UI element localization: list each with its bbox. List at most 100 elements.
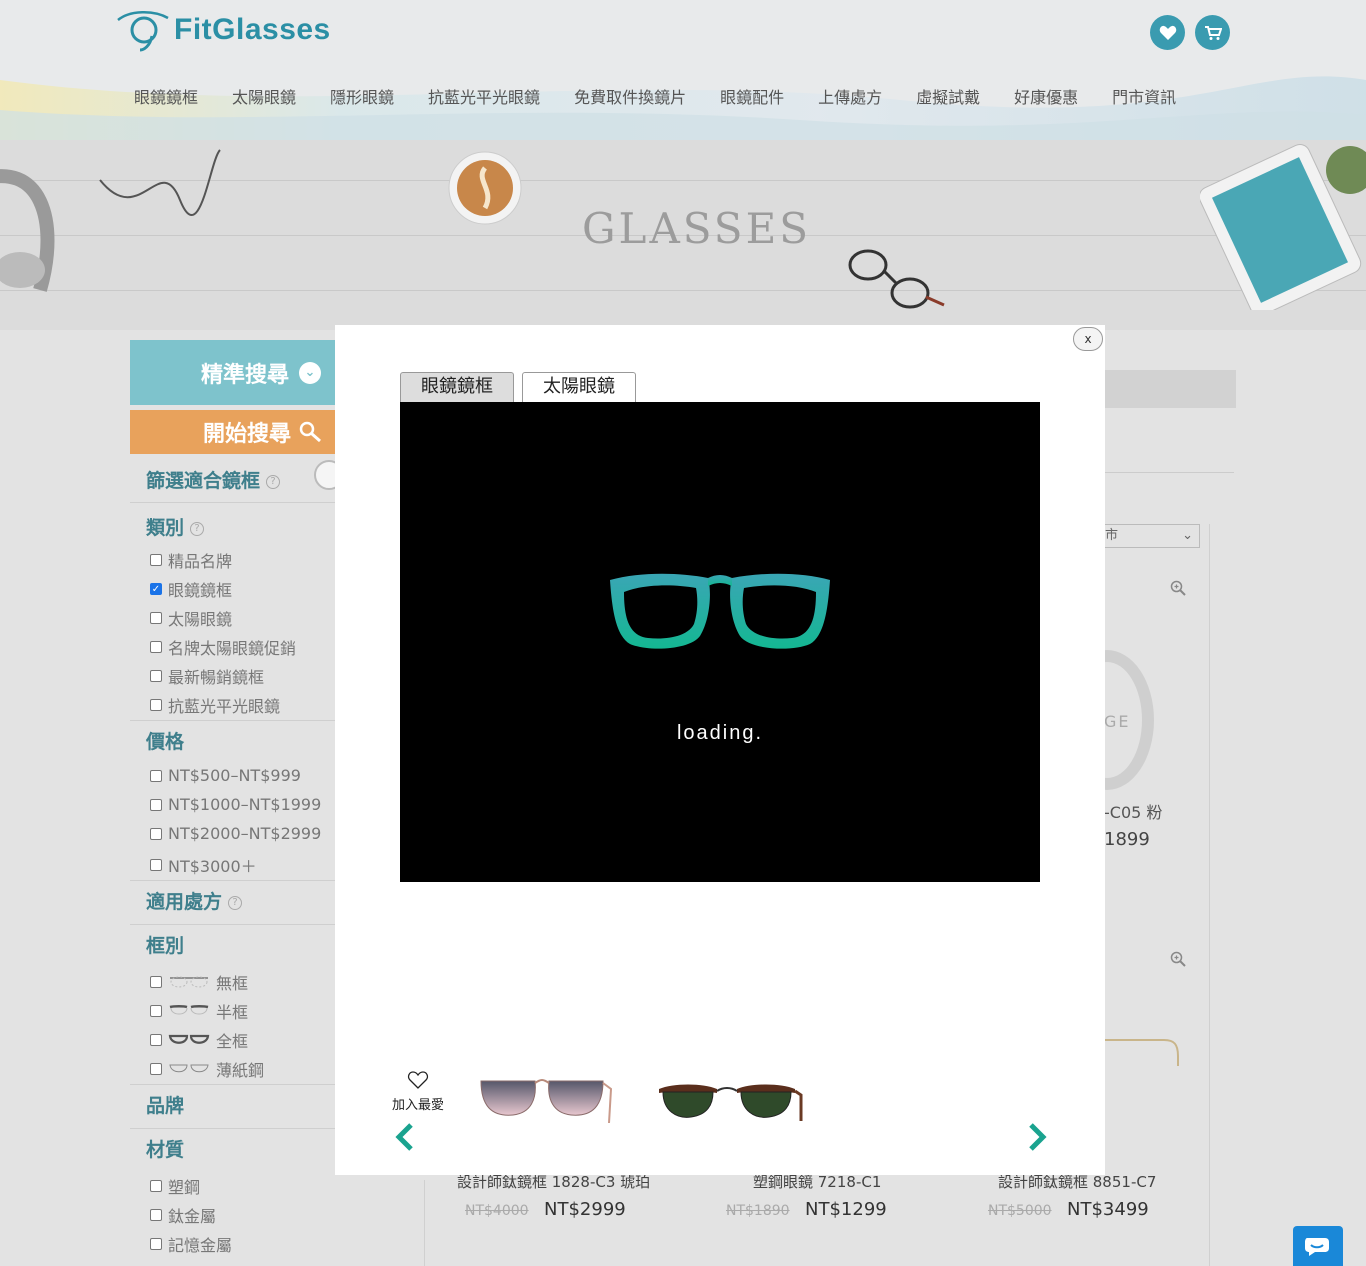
product-price-fragment: 1899: [1104, 829, 1150, 850]
coffee-cup-illustration: [448, 151, 522, 225]
price-option[interactable]: NT$1000–NT$1999: [150, 795, 321, 814]
nav-item-free-lens-pickup[interactable]: 免費取件換鏡片: [574, 84, 686, 108]
filter-fit-title: 篩選適合鏡框?: [146, 466, 281, 493]
prescription-section: 適用處方?: [130, 881, 335, 925]
heart-outline-icon: [407, 1071, 429, 1089]
frame-type-option[interactable]: 薄紙鋼: [150, 1057, 264, 1081]
material-option[interactable]: 鈦金屬: [150, 1203, 216, 1227]
add-to-favorites-button[interactable]: 加入最愛: [385, 1070, 451, 1113]
chat-button[interactable]: [1293, 1226, 1343, 1266]
material-option[interactable]: 塑鋼: [150, 1174, 200, 1198]
frame-type-option[interactable]: 無框: [150, 970, 248, 994]
checkbox[interactable]: [150, 1063, 162, 1075]
sunglasses-clubmaster-thumb[interactable]: [653, 1065, 803, 1135]
sort-select[interactable]: 市 ⌄: [1100, 524, 1200, 548]
nav-item-virtual-try-on[interactable]: 虛擬試戴: [916, 84, 980, 108]
checkbox[interactable]: [150, 1034, 162, 1046]
checkbox[interactable]: [150, 1180, 162, 1192]
product-old-price: NT$4000: [465, 1203, 529, 1219]
frame-type-option[interactable]: 全框: [150, 1028, 248, 1052]
site-logo[interactable]: FitGlasses: [114, 6, 331, 54]
zoom-icon[interactable]: [1170, 580, 1186, 596]
category-option[interactable]: 太陽眼鏡: [150, 606, 232, 630]
checkbox[interactable]: [150, 859, 162, 871]
checkbox[interactable]: [150, 798, 162, 811]
price-title[interactable]: 價格: [146, 727, 184, 754]
full-rim-frame-icon: [168, 1034, 210, 1044]
checkbox[interactable]: [150, 670, 162, 682]
help-icon[interactable]: ?: [266, 474, 281, 489]
filter-sidebar: 精準搜尋 ⌄ 開始搜尋 篩選適合鏡框? 類別? 精品名牌 ✓ 眼鏡鏡框 太陽眼鏡 …: [130, 340, 344, 1266]
checkbox-checked[interactable]: ✓: [150, 583, 162, 595]
option-label: 薄紙鋼: [216, 1061, 265, 1080]
prescription-title[interactable]: 適用處方?: [146, 887, 243, 914]
checkbox[interactable]: [150, 612, 162, 624]
carousel-prev-arrow-icon[interactable]: [393, 1122, 417, 1152]
checkbox[interactable]: [150, 699, 162, 711]
price-option[interactable]: NT$500–NT$999: [150, 766, 301, 785]
sunglasses-gradient-thumb[interactable]: [473, 1065, 623, 1135]
product-name-fragment: -C05 粉: [1104, 803, 1163, 822]
material-title[interactable]: 材質: [146, 1135, 184, 1162]
option-label: 塑鋼: [168, 1178, 201, 1197]
product-price: NT$1299: [805, 1199, 887, 1220]
checkbox[interactable]: [150, 1005, 162, 1017]
frame-type-title[interactable]: 框別: [146, 931, 184, 958]
category-section: 類別? 精品名牌 ✓ 眼鏡鏡框 太陽眼鏡 名牌太陽眼鏡促銷 最新暢銷鏡框 抗藍光平…: [130, 503, 335, 721]
category-option[interactable]: 名牌太陽眼鏡促銷: [150, 635, 296, 659]
zoom-icon[interactable]: [1170, 951, 1186, 967]
help-icon[interactable]: ?: [228, 895, 243, 910]
nav-item-sunglasses[interactable]: 太陽眼鏡: [232, 84, 296, 108]
help-icon[interactable]: ?: [190, 521, 205, 536]
category-option[interactable]: 精品名牌: [150, 548, 232, 572]
category-option[interactable]: 最新暢銷鏡框: [150, 664, 264, 688]
nav-item-frames[interactable]: 眼鏡鏡框: [134, 84, 198, 108]
category-option[interactable]: ✓ 眼鏡鏡框: [150, 577, 232, 601]
glasses-loading-icon: [610, 573, 830, 649]
option-label: 抗藍光平光眼鏡: [168, 697, 281, 716]
material-option[interactable]: 記憶金屬: [150, 1232, 232, 1256]
loading-text: loading.: [676, 722, 764, 744]
option-label: NT$500–NT$999: [168, 766, 301, 785]
nav-item-deals[interactable]: 好康優惠: [1014, 84, 1078, 108]
checkbox[interactable]: [150, 554, 162, 566]
eyeglasses-illustration: [848, 249, 945, 309]
checkbox[interactable]: [150, 976, 162, 988]
tab-sunglasses[interactable]: 太陽眼鏡: [522, 372, 636, 402]
checkbox[interactable]: [150, 641, 162, 653]
nav-item-contacts[interactable]: 隱形眼鏡: [330, 84, 394, 108]
option-label: NT$3000＋: [168, 857, 257, 876]
brand-title[interactable]: 品牌: [146, 1091, 184, 1118]
cart-icon[interactable]: [1195, 15, 1230, 50]
close-button[interactable]: x: [1073, 327, 1103, 351]
product-old-price: NT$1890: [726, 1203, 790, 1219]
checkbox[interactable]: [150, 769, 162, 782]
search-icon: [299, 421, 321, 443]
category-title[interactable]: 類別?: [146, 513, 205, 540]
product-old-price: NT$5000: [988, 1203, 1052, 1219]
precise-search-button[interactable]: 精準搜尋 ⌄: [130, 340, 335, 405]
nav-item-stores[interactable]: 門市資訊: [1112, 84, 1176, 108]
option-label: 太陽眼鏡: [168, 610, 233, 629]
checkbox[interactable]: [150, 827, 162, 840]
heart-icon[interactable]: [1150, 15, 1185, 50]
try-on-viewer[interactable]: loading.: [400, 402, 1040, 882]
nav-item-upload-prescription[interactable]: 上傳處方: [818, 84, 882, 108]
price-option[interactable]: NT$2000–NT$2999: [150, 824, 321, 843]
nav-item-blue-light[interactable]: 抗藍光平光眼鏡: [428, 84, 540, 108]
price-option[interactable]: NT$3000＋: [150, 853, 257, 877]
frame-type-option[interactable]: 半框: [150, 999, 248, 1023]
nav-item-accessories[interactable]: 眼鏡配件: [720, 84, 784, 108]
filter-fit-label: 篩選適合鏡框: [146, 470, 261, 492]
category-option[interactable]: 抗藍光平光眼鏡: [150, 693, 280, 717]
logo-text: FitGlasses: [174, 13, 331, 46]
tab-frames[interactable]: 眼鏡鏡框: [400, 372, 514, 402]
sort-select-value: 市: [1105, 528, 1119, 543]
checkbox[interactable]: [150, 1238, 162, 1250]
checkbox[interactable]: [150, 1209, 162, 1221]
start-search-button[interactable]: 開始搜尋: [130, 410, 335, 454]
start-search-label: 開始搜尋: [202, 422, 291, 447]
half-rim-frame-icon: [169, 1005, 209, 1015]
carousel-next-arrow-icon[interactable]: [1025, 1122, 1049, 1152]
option-label: 精品名牌: [168, 552, 233, 571]
